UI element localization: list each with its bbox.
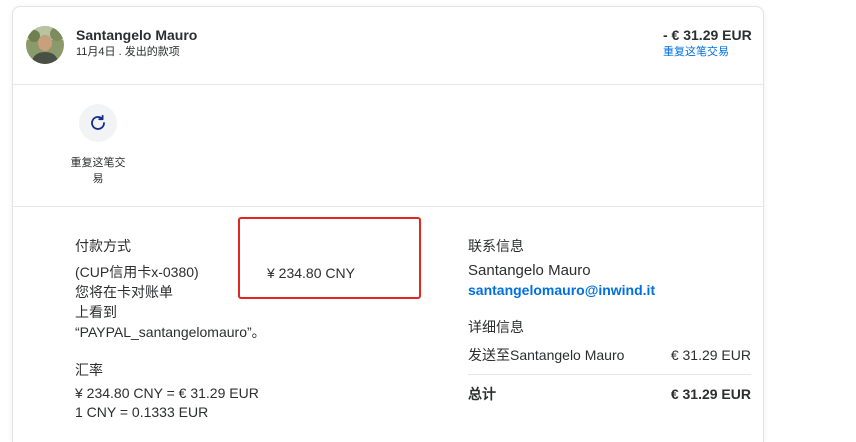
total-label: 总计 bbox=[468, 386, 496, 402]
exchange-rate: 1 CNY = 0.1333 EUR bbox=[75, 404, 209, 420]
contact-name: Santangelo Mauro bbox=[468, 262, 591, 279]
transaction-amount: - € 31.29 EUR bbox=[663, 27, 752, 43]
detail-row-value: € 31.29 EUR bbox=[670, 347, 751, 363]
total-value: € 31.29 EUR bbox=[670, 386, 751, 402]
contact-heading: 联系信息 bbox=[468, 238, 524, 254]
repeat-transaction-link[interactable]: 重复这笔交易 bbox=[663, 45, 752, 59]
detail-row-label: 发送至Santangelo Mauro bbox=[468, 347, 625, 363]
actions-divider bbox=[13, 206, 763, 207]
transaction-card: Santangelo Mauro 11月4日 . 发出的款项 - € 31.29… bbox=[12, 6, 764, 442]
avatar-photo bbox=[26, 26, 64, 64]
contact-email-link[interactable]: santangelomauro@inwind.it bbox=[468, 280, 751, 300]
highlight-box bbox=[238, 217, 421, 299]
avatar bbox=[26, 26, 64, 64]
header-divider bbox=[13, 84, 763, 85]
refresh-icon bbox=[91, 114, 105, 130]
exchange-conversion: ¥ 234.80 CNY = € 31.29 EUR bbox=[75, 385, 259, 401]
amount-block: - € 31.29 EUR 重复这笔交易 bbox=[663, 26, 752, 59]
repeat-circle[interactable] bbox=[79, 104, 117, 142]
repeat-transaction-label[interactable]: 重复这笔交易 bbox=[68, 155, 128, 187]
total-divider bbox=[468, 374, 751, 375]
details-heading: 详细信息 bbox=[468, 319, 524, 335]
exchange-rate-heading: 汇率 bbox=[75, 362, 103, 378]
transaction-subtitle: 11月4日 . 发出的款项 bbox=[76, 46, 180, 58]
repeat-transaction-button[interactable]: 重复这笔交易 bbox=[68, 104, 128, 187]
detail-row: 发送至Santangelo Mauro € 31.29 EUR bbox=[468, 345, 751, 365]
statement-note-line: “PAYPAL_santangelomauro”。 bbox=[75, 324, 266, 340]
statement-note-line: 上看到 bbox=[75, 304, 117, 320]
counterparty-name: Santangelo Mauro bbox=[76, 27, 198, 43]
total-row: 总计 € 31.29 EUR bbox=[468, 384, 751, 404]
